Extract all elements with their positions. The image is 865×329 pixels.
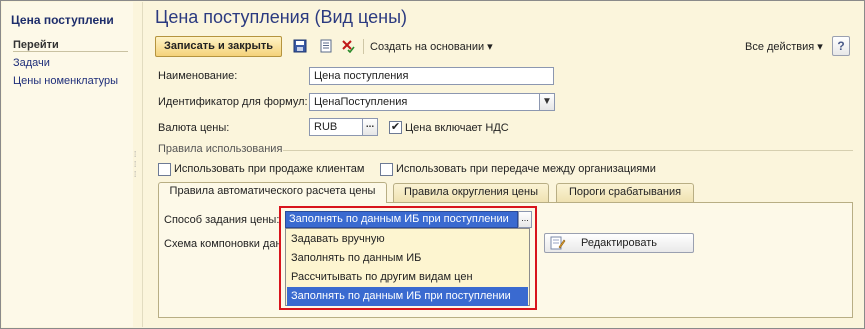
nav-link-tasks[interactable]: Задачи	[13, 57, 50, 69]
price-method-label: Способ задания цены:	[164, 214, 280, 226]
nav-divider	[13, 51, 128, 52]
formula-id-field[interactable]: ЦенаПоступления	[309, 93, 540, 111]
vat-included-checkbox[interactable]: ✔	[389, 121, 402, 134]
tab-trigger-thresholds[interactable]: Пороги срабатывания	[556, 183, 694, 202]
list-document-icon[interactable]	[319, 39, 333, 53]
vat-included-label: Цена включает НДС	[405, 122, 509, 134]
tab-rounding-rules[interactable]: Правила округления цены	[393, 183, 549, 202]
save-icon[interactable]	[293, 39, 307, 53]
transfer-between-orgs-label: Использовать при передаче между организа…	[396, 163, 656, 175]
currency-label: Валюта цены:	[158, 122, 230, 134]
name-label: Наименование:	[158, 70, 238, 82]
mark-deletion-icon[interactable]	[341, 39, 355, 53]
dropdown-option[interactable]: Рассчитывать по другим видам цен	[287, 268, 528, 287]
dropdown-option[interactable]: Задавать вручную	[287, 230, 528, 249]
tab-auto-calculation-rules[interactable]: Правила автоматического расчета цены	[158, 182, 387, 203]
splitter-grip-icon: ⁞	[134, 170, 137, 179]
save-and-close-button[interactable]: Записать и закрыть	[155, 36, 283, 57]
price-method-dropdown-list: Задавать вручную Заполнять по данным ИБ …	[285, 228, 530, 306]
formula-id-dropdown-button[interactable]: ▼	[539, 93, 555, 111]
splitter-grip-icon: ⁞	[134, 150, 137, 159]
nav-title: Цена поступлени	[11, 13, 114, 27]
sell-to-clients-checkbox[interactable]	[158, 163, 171, 176]
price-method-combobox[interactable]: Заполнять по данным ИБ при поступлении	[285, 211, 518, 228]
toolbar: Записать и закрыть Создать на основании …	[153, 36, 853, 58]
usage-rules-group-title: Правила использования	[158, 143, 283, 155]
page-title: Цена поступления (Вид цены)	[155, 7, 408, 27]
toolbar-separator	[363, 39, 364, 54]
dropdown-option-selected[interactable]: Заполнять по данным ИБ при поступлении	[287, 287, 528, 306]
formula-id-label: Идентификатор для формул:	[158, 96, 308, 108]
transfer-between-orgs-checkbox[interactable]	[380, 163, 393, 176]
create-based-on-menu[interactable]: Создать на основании ▾	[370, 40, 493, 53]
splitter-grip-icon: ⁞	[134, 160, 137, 169]
group-divider	[283, 150, 853, 151]
name-field[interactable]: Цена поступления	[309, 67, 554, 85]
nav-link-item-prices[interactable]: Цены номенклатуры	[13, 75, 118, 87]
price-method-select-button[interactable]: ...	[518, 211, 532, 228]
window-frame: Цена поступлени Перейти Задачи Цены номе…	[0, 0, 865, 329]
chevron-down-icon: ▼	[542, 96, 552, 107]
edit-button-label: Редактировать	[581, 237, 657, 249]
nav-heading: Перейти	[13, 39, 59, 51]
help-button[interactable]: ?	[832, 36, 850, 56]
composition-schema-label: Схема компоновки дан	[164, 238, 282, 250]
edit-schema-icon	[550, 236, 566, 250]
edit-button[interactable]: Редактировать	[544, 233, 694, 253]
all-actions-menu[interactable]: Все действия ▾	[745, 40, 823, 53]
sell-to-clients-label: Использовать при продаже клиентам	[174, 163, 365, 175]
currency-field[interactable]: RUB	[309, 118, 363, 136]
dropdown-option[interactable]: Заполнять по данным ИБ	[287, 249, 528, 268]
navigation-panel: Цена поступлени Перейти Задачи Цены номе…	[2, 2, 133, 327]
currency-select-button[interactable]: ...	[362, 118, 378, 136]
